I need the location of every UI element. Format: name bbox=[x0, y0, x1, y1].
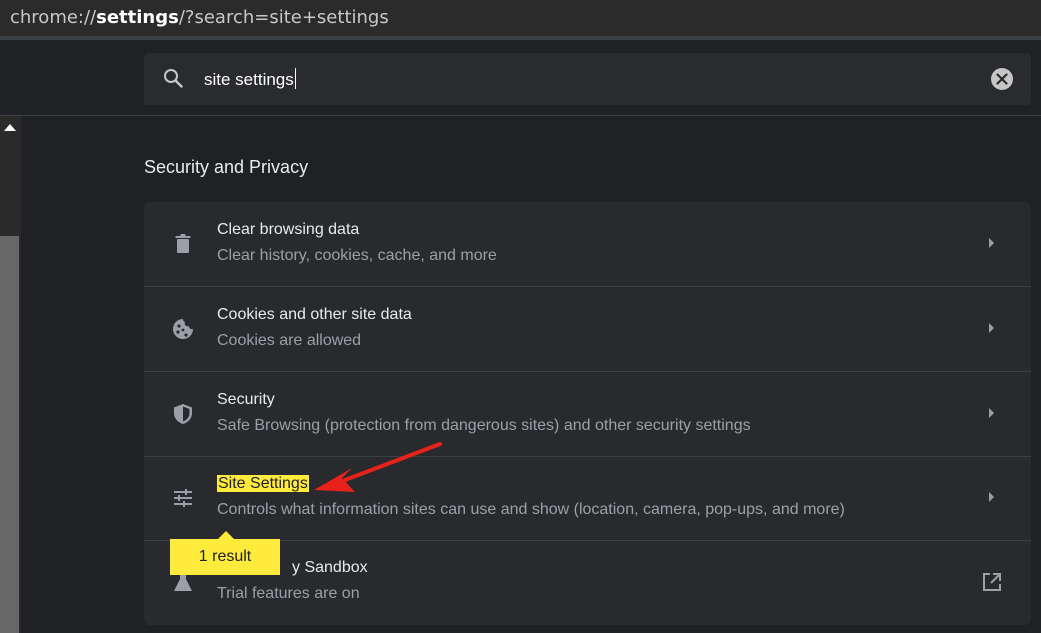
row-title: Site Settings bbox=[217, 475, 309, 493]
url-scheme: chrome:// bbox=[10, 7, 97, 28]
row-title: Security bbox=[217, 391, 275, 408]
sliders-icon bbox=[174, 489, 192, 507]
chevron-right-icon bbox=[989, 492, 994, 502]
url-path: /?search=site+settings bbox=[178, 7, 389, 28]
row-title: Cookies and other site data bbox=[217, 306, 412, 323]
url-host: settings bbox=[96, 7, 179, 28]
search-icon bbox=[164, 69, 183, 88]
trash-icon bbox=[175, 234, 191, 253]
address-url[interactable]: chrome://settings/?search=site+settings bbox=[10, 7, 389, 28]
open-in-new-icon[interactable] bbox=[982, 572, 1002, 592]
row-subtitle: Trial features are on bbox=[217, 585, 360, 602]
chevron-right-icon bbox=[989, 408, 994, 418]
row-clear-browsing-data[interactable]: Clear browsing data Clear history, cooki… bbox=[144, 202, 1031, 287]
settings-header: site settings bbox=[0, 40, 1041, 116]
row-title: Clear browsing data bbox=[217, 221, 360, 238]
address-bar[interactable]: chrome://settings/?search=site+settings bbox=[0, 0, 1041, 36]
chevron-right-icon bbox=[989, 238, 994, 248]
row-cookies[interactable]: Cookies and other site data Cookies are … bbox=[144, 287, 1031, 372]
chevron-right-icon bbox=[989, 323, 994, 333]
section-title: Security and Privacy bbox=[144, 157, 309, 177]
row-security[interactable]: Security Safe Browsing (protection from … bbox=[144, 372, 1031, 457]
scrollbar-thumb[interactable] bbox=[0, 236, 19, 633]
search-highlight: Site Settings bbox=[217, 475, 309, 492]
scroll-up-arrow-icon[interactable] bbox=[4, 124, 16, 131]
tooltip-text: 1 result bbox=[198, 548, 252, 565]
clear-icon bbox=[996, 73, 1008, 85]
row-subtitle: Controls what information sites can use … bbox=[217, 501, 845, 518]
row-subtitle: Clear history, cookies, cache, and more bbox=[217, 247, 497, 264]
search-input[interactable]: site settings bbox=[204, 68, 296, 90]
shield-icon bbox=[174, 404, 192, 424]
row-site-settings[interactable]: Site Settings Controls what information … bbox=[144, 456, 1031, 541]
row-subtitle: Safe Browsing (protection from dangerous… bbox=[217, 417, 751, 434]
row-title: y Sandbox bbox=[292, 559, 368, 576]
clear-search-button[interactable] bbox=[991, 68, 1013, 90]
search-result-tooltip: 1 result bbox=[170, 531, 280, 575]
scrollbar[interactable] bbox=[0, 116, 21, 633]
cookie-icon bbox=[173, 319, 193, 339]
settings-search-box[interactable]: site settings bbox=[144, 53, 1031, 105]
row-subtitle: Cookies are allowed bbox=[217, 332, 362, 349]
search-input-value: site settings bbox=[204, 70, 294, 89]
text-caret bbox=[294, 68, 296, 89]
